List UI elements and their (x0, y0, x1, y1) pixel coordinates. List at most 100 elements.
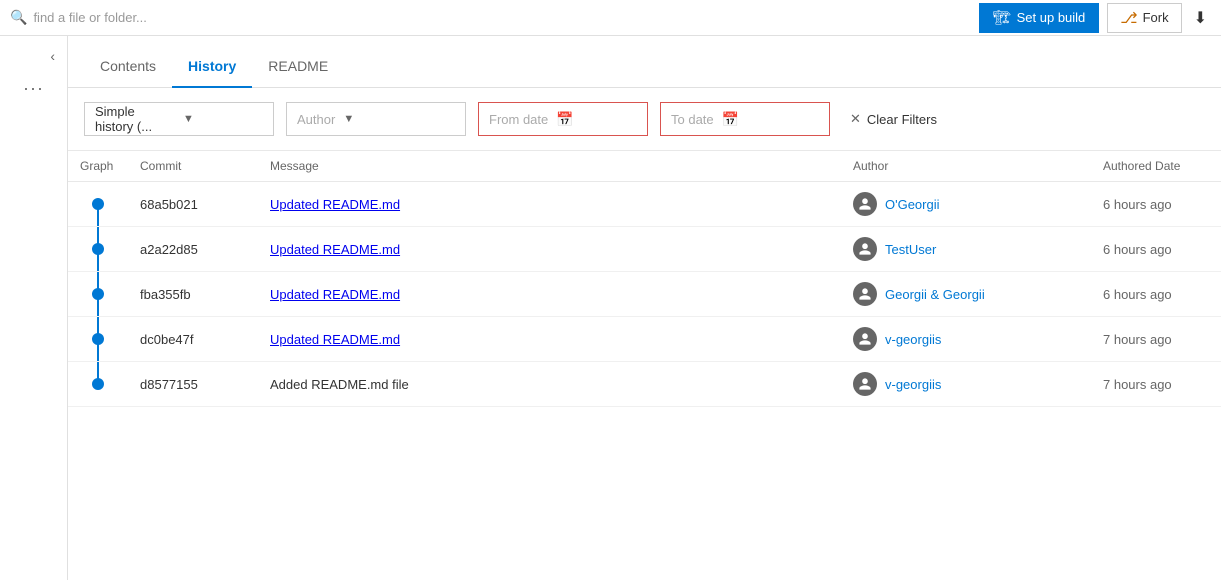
tab-history[interactable]: History (172, 46, 252, 88)
commit-hash: fba355fb (140, 287, 191, 302)
author-cell: v-georgiis (841, 362, 1091, 407)
author-info: v-georgiis (853, 372, 1079, 396)
graph-cell (68, 317, 128, 362)
table-row: 68a5b021 Updated README.md O'Georgii 6 hour… (68, 182, 1221, 227)
graph-svg (88, 182, 108, 226)
commit-message-text: Added README.md file (270, 377, 409, 392)
author-filter-label: Author (297, 112, 335, 127)
clear-filters-label: Clear Filters (867, 112, 937, 127)
avatar (853, 372, 877, 396)
from-date-filter[interactable]: From date 📅 (478, 102, 648, 136)
commit-message-cell: Updated README.md (258, 182, 841, 227)
col-graph: Graph (68, 151, 128, 182)
col-author: Author (841, 151, 1091, 182)
authored-date-cell: 7 hours ago (1091, 362, 1221, 407)
table-header-row: Graph Commit Message Author Authored Dat… (68, 151, 1221, 182)
filter-bar: Simple history (... ▼ Author ▼ From date… (68, 88, 1221, 151)
tab-contents[interactable]: Contents (84, 46, 172, 88)
sidebar-collapse-area: ‹ (0, 44, 67, 68)
commit-hash: dc0be47f (140, 332, 194, 347)
graph-cell (68, 272, 128, 317)
to-date-filter[interactable]: To date 📅 (660, 102, 830, 136)
setup-build-label: Set up build (1017, 10, 1086, 25)
author-filter[interactable]: Author ▼ (286, 102, 466, 136)
tabs-bar: Contents History README (68, 36, 1221, 88)
commit-hash-cell: d8577155 (128, 362, 258, 407)
to-date-label: To date (671, 112, 714, 127)
clear-filters-button[interactable]: ✕ Clear Filters (842, 105, 945, 133)
table-row: dc0be47f Updated README.md v-georgiis 7 hou… (68, 317, 1221, 362)
authored-date-cell: 6 hours ago (1091, 272, 1221, 317)
authored-date-cell: 7 hours ago (1091, 317, 1221, 362)
author-info: v-georgiis (853, 327, 1079, 351)
history-type-label: Simple history (... (95, 104, 175, 134)
table-row: a2a22d85 Updated README.md TestUser 6 hours… (68, 227, 1221, 272)
commit-hash-cell: dc0be47f (128, 317, 258, 362)
col-commit: Commit (128, 151, 258, 182)
graph-cell (68, 227, 128, 272)
main-layout: ‹ ··· Contents History README Simple his… (0, 36, 1221, 580)
sidebar-more-button[interactable]: ··· (19, 74, 48, 103)
sidebar-collapse-button[interactable]: ‹ (46, 44, 59, 68)
author-name[interactable]: v-georgiis (885, 377, 941, 392)
history-type-filter[interactable]: Simple history (... ▼ (84, 102, 274, 136)
top-bar: 🔍 find a file or folder... 🏗 Set up buil… (0, 0, 1221, 36)
author-name[interactable]: O'Georgii (885, 197, 940, 212)
authored-date: 6 hours ago (1103, 197, 1172, 212)
top-bar-actions: 🏗 Set up build ⎇ Fork ⬇ (979, 3, 1211, 33)
search-icon: 🔍 (10, 9, 27, 26)
table-row: fba355fb Updated README.md Georgii & Georg… (68, 272, 1221, 317)
fork-label: Fork (1143, 10, 1169, 25)
author-name[interactable]: v-georgiis (885, 332, 941, 347)
col-authored-date: Authored Date (1091, 151, 1221, 182)
author-cell: v-georgiis (841, 317, 1091, 362)
sidebar: ‹ ··· (0, 36, 68, 580)
download-button[interactable]: ⬇ (1190, 4, 1211, 32)
commit-hash-cell: fba355fb (128, 272, 258, 317)
author-info: O'Georgii (853, 192, 1079, 216)
authored-date: 6 hours ago (1103, 287, 1172, 302)
avatar (853, 192, 877, 216)
author-name[interactable]: Georgii & Georgii (885, 287, 985, 302)
graph-cell (68, 182, 128, 227)
author-name[interactable]: TestUser (885, 242, 936, 257)
tab-readme[interactable]: README (252, 46, 344, 88)
author-cell: Georgii & Georgii (841, 272, 1091, 317)
from-date-calendar-icon: 📅 (556, 111, 573, 128)
author-info: Georgii & Georgii (853, 282, 1079, 306)
clear-filters-x-icon: ✕ (850, 111, 861, 127)
authored-date: 6 hours ago (1103, 242, 1172, 257)
authored-date: 7 hours ago (1103, 332, 1172, 347)
content-area: Contents History README Simple history (… (68, 36, 1221, 580)
authored-date-cell: 6 hours ago (1091, 182, 1221, 227)
commit-message-cell: Added README.md file (258, 362, 841, 407)
table-row: d8577155 Added README.md file v-georgiis 7 … (68, 362, 1221, 407)
commit-hash-cell: 68a5b021 (128, 182, 258, 227)
commit-hash-cell: a2a22d85 (128, 227, 258, 272)
fork-button[interactable]: ⎇ Fork (1107, 3, 1181, 33)
col-message: Message (258, 151, 841, 182)
graph-svg (88, 272, 108, 316)
commit-message-cell: Updated README.md (258, 317, 841, 362)
commit-message-cell: Updated README.md (258, 227, 841, 272)
commit-message-link[interactable]: Updated README.md (270, 242, 400, 257)
graph-svg (88, 227, 108, 271)
graph-svg (88, 317, 108, 361)
search-placeholder-text: find a file or folder... (33, 10, 146, 25)
history-type-chevron-icon: ▼ (183, 113, 263, 125)
author-info: TestUser (853, 237, 1079, 261)
commit-message-link[interactable]: Updated README.md (270, 332, 400, 347)
graph-cell (68, 362, 128, 407)
setup-build-icon: 🏗 (993, 9, 1011, 26)
author-chevron-icon: ▼ (343, 113, 354, 125)
commit-message-cell: Updated README.md (258, 272, 841, 317)
author-cell: O'Georgii (841, 182, 1091, 227)
avatar (853, 327, 877, 351)
setup-build-button[interactable]: 🏗 Set up build (979, 3, 1099, 33)
commit-message-link[interactable]: Updated README.md (270, 287, 400, 302)
authored-date: 7 hours ago (1103, 377, 1172, 392)
graph-svg (88, 362, 108, 406)
to-date-calendar-icon: 📅 (722, 111, 739, 128)
fork-icon: ⎇ (1120, 9, 1137, 27)
commit-message-link[interactable]: Updated README.md (270, 197, 400, 212)
